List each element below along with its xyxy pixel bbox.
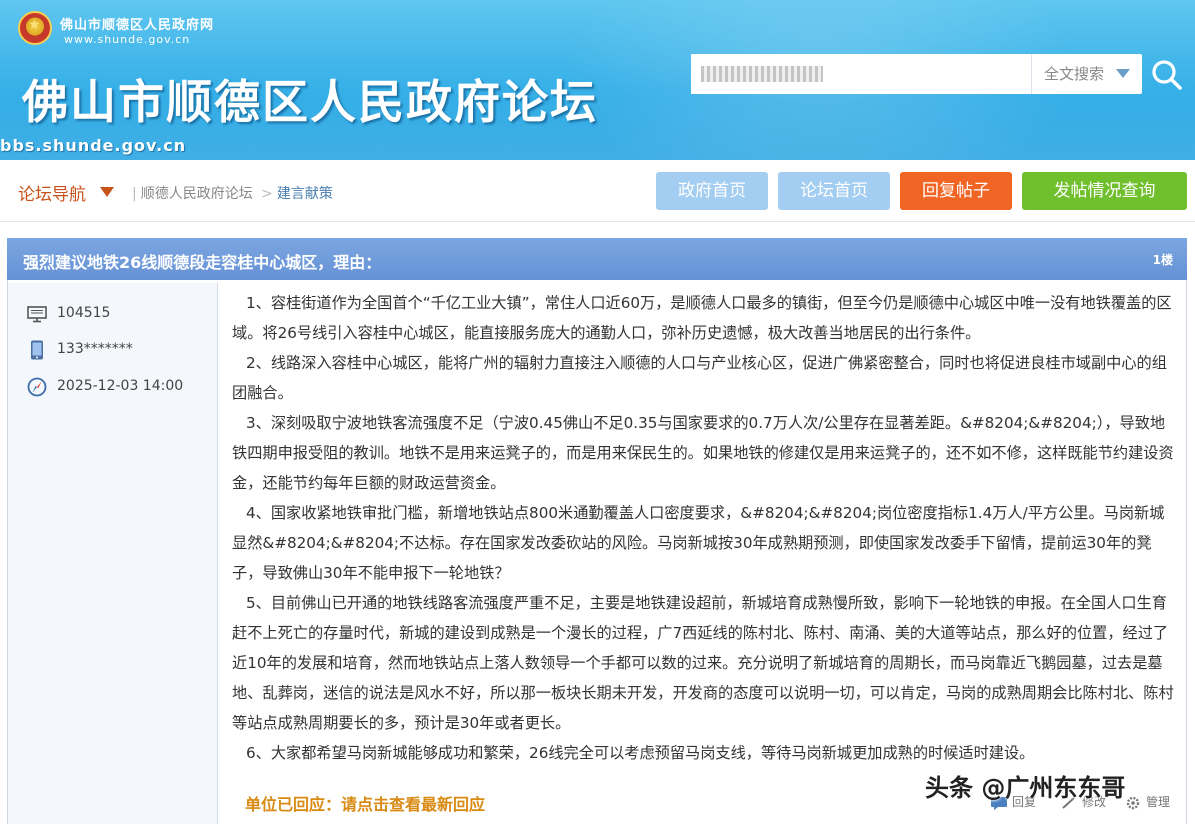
author-phone: 133******* (57, 341, 133, 357)
chevron-down-icon (1116, 69, 1130, 78)
post-paragraph-5: 5、目前佛山已开通的地铁线路客流强度严重不足，主要是地铁建设超前，新城培育成熟慢… (232, 594, 1174, 732)
author-id: 104515 (57, 305, 111, 321)
toutiao-watermark: 头条 @广州东东哥 (925, 774, 1126, 802)
post-paragraph-3: 3、深刻吸取宁波地铁客流强度不足（宁波0.45佛山不足0.35与国家要求的0.7… (232, 414, 1174, 492)
forum-title: 佛山市顺德区人民政府论坛 (22, 75, 598, 129)
manage-action[interactable]: 管理 (1124, 793, 1170, 810)
post-title: 强烈建议地铁26线顺德段走容桂中心城区，理由： (23, 253, 382, 272)
site-banner: 佛山市顺德区人民政府网 www.shunde.gov.cn 佛山市顺德区人民政府… (0, 0, 1195, 160)
search-icon[interactable] (1150, 58, 1184, 92)
monitor-icon (27, 306, 47, 323)
post-paragraph-4: 4、国家收紧地铁审批门槛，新增地铁站点800米通勤覆盖人口密度要求，&#8204… (232, 504, 1165, 582)
caret-down-icon[interactable] (100, 187, 114, 197)
reply-post-button[interactable]: 回复帖子 (900, 172, 1012, 210)
national-emblem-icon (18, 11, 52, 45)
site-name[interactable]: 佛山市顺德区人民政府网 (60, 14, 214, 33)
post-paragraph-6: 6、大家都希望马岗新城能够成功和繁荣，26线完全可以考虑预留马岗支线，等待马岗新… (246, 744, 1035, 762)
search-blurred-text (701, 66, 823, 82)
phone-icon (31, 340, 43, 360)
floor-number: 1楼 (1152, 253, 1173, 267)
gear-icon (1126, 796, 1140, 809)
official-reply-link[interactable]: 单位已回应：请点击查看最新回应 (245, 791, 485, 815)
post-status-query-button[interactable]: 发帖情况查询 (1022, 172, 1187, 210)
author-sidebar (8, 283, 218, 824)
gov-home-button[interactable]: 政府首页 (656, 172, 768, 210)
post-paragraph-2: 2、线路深入容桂中心城区，能将广州的辐射力直接注入顺德的人口与产业核心区，促进广… (232, 354, 1167, 402)
breadcrumb-section[interactable]: 建言献策 (277, 186, 333, 202)
breadcrumb: | 顺德人民政府论坛 > 建言献策 (132, 186, 333, 202)
forum-nav-bar: 论坛导航 | 顺德人民政府论坛 > 建言献策 政府首页 论坛首页 回复帖子 发帖情况… (0, 160, 1195, 222)
search-type-label: 全文搜索 (1044, 65, 1105, 83)
post-content: 1、容桂街道作为全国首个“千亿工业大镇”，常住人口近60万，是顺德人口最多的镇街… (232, 288, 1177, 768)
post-title-bar: 强烈建议地铁26线顺德段走容桂中心城区，理由： 1楼 (7, 238, 1187, 280)
forum-home-button[interactable]: 论坛首页 (778, 172, 890, 210)
site-url[interactable]: www.shunde.gov.cn (64, 33, 190, 46)
search-box: 全文搜索 (691, 54, 1142, 94)
post-time: 2025-12-03 14:00 (57, 378, 184, 394)
manage-action-label: 管理 (1146, 795, 1171, 809)
search-type-select[interactable]: 全文搜索 (1031, 54, 1142, 94)
post-paragraph-1: 1、容桂街道作为全国首个“千亿工业大镇”，常住人口近60万，是顺德人口最多的镇街… (232, 294, 1172, 342)
breadcrumb-forum[interactable]: 顺德人民政府论坛 (141, 186, 253, 202)
forum-nav-menu[interactable]: 论坛导航 (18, 180, 86, 205)
compass-icon (27, 377, 47, 397)
forum-url: bbs.shunde.gov.cn (0, 136, 187, 155)
